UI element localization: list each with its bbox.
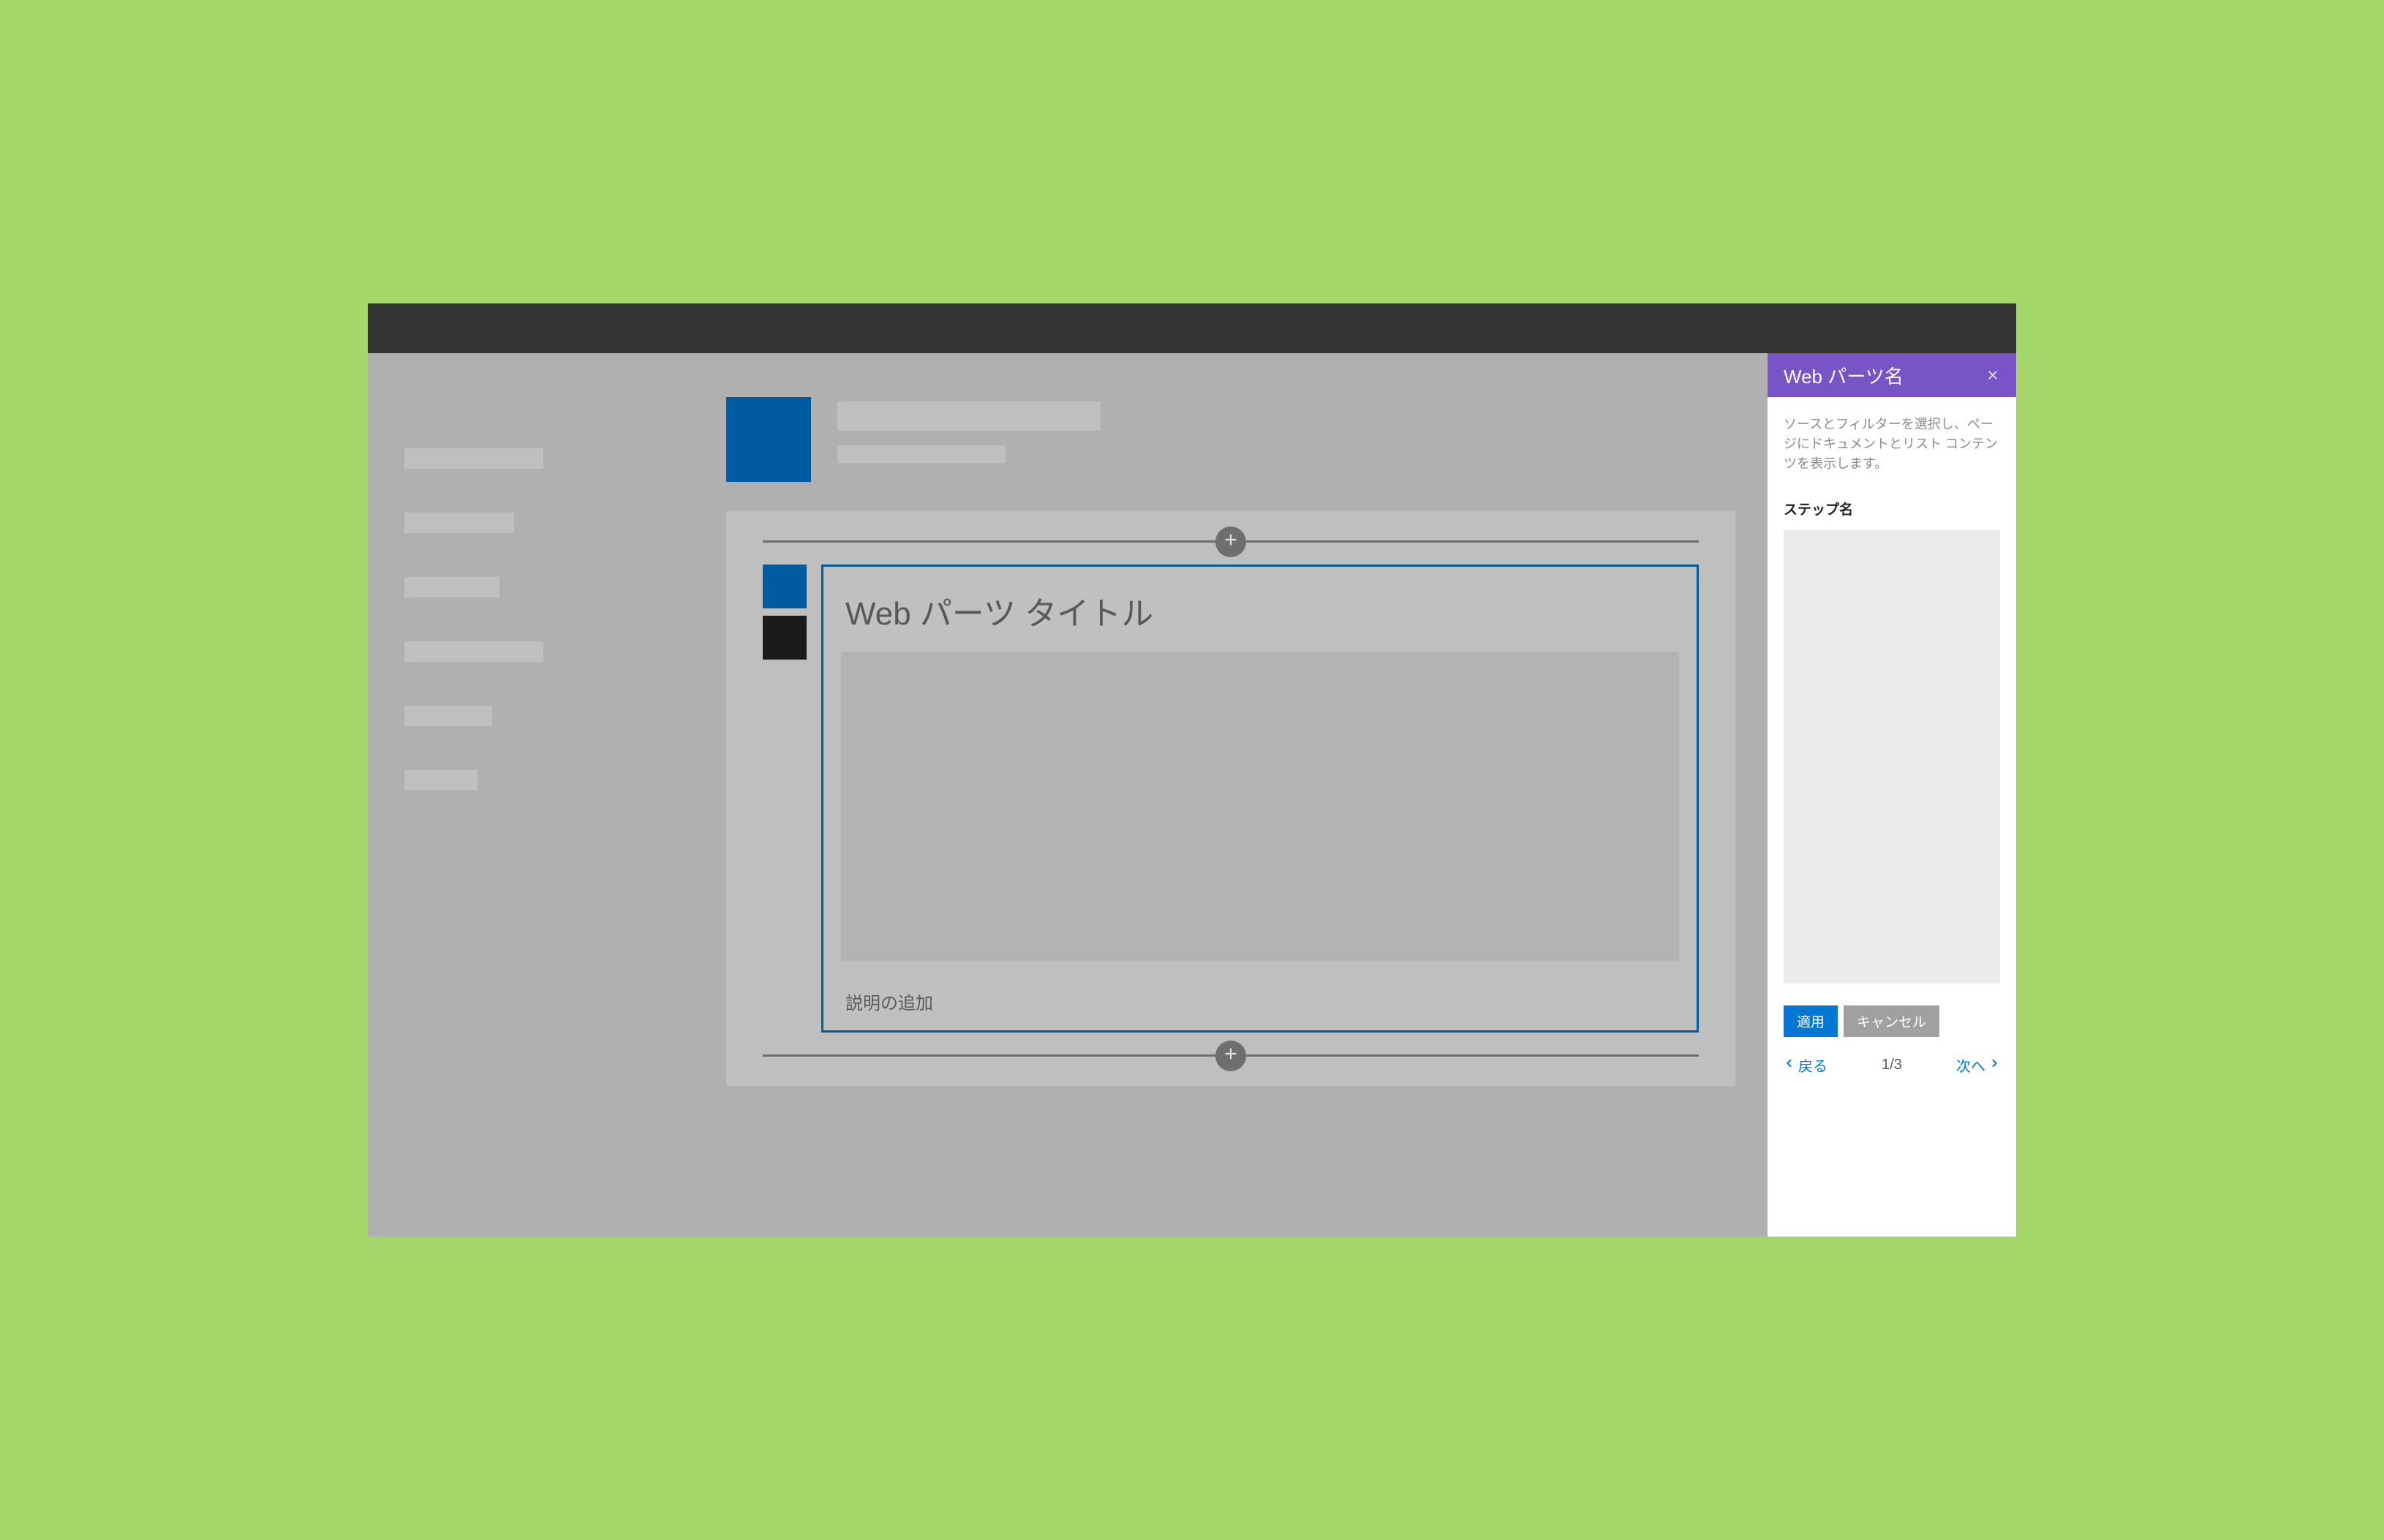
page-title-block (837, 397, 1101, 463)
panel-action-buttons: 適用 キャンセル (1768, 984, 2016, 1037)
webpart-body-placeholder (841, 652, 1679, 961)
page-header (704, 353, 1768, 482)
site-logo[interactable] (726, 397, 811, 482)
add-section-button[interactable] (1215, 526, 1246, 557)
webpart-tool-delete[interactable] (763, 616, 807, 660)
panel-step-label: ステップ名 (1768, 481, 2016, 526)
nav-item[interactable] (404, 448, 543, 469)
panel-step-body[interactable] (1784, 530, 2000, 984)
nav-item[interactable] (404, 706, 492, 726)
page-title-placeholder (837, 401, 1101, 431)
back-button[interactable]: 戻る (1784, 1054, 1827, 1076)
add-section-button[interactable] (1215, 1041, 1246, 1071)
panel-description: ソースとフィルターを選択し、ページにドキュメントとリスト コンテンツを表示します… (1768, 397, 2016, 481)
webpart-title[interactable]: Web パーツ タイトル (823, 567, 1697, 652)
section-divider-top (763, 540, 1699, 543)
webpart-caption[interactable]: 説明の追加 (823, 978, 1697, 1030)
panel-title: Web パーツ名 (1784, 362, 1904, 389)
nav-item[interactable] (404, 641, 543, 662)
apply-button[interactable]: 適用 (1784, 1005, 1838, 1037)
app-window: Web パーツ タイトル 説明の追加 Web パーツ名 (368, 303, 2016, 1237)
plus-icon (1223, 1046, 1239, 1065)
panel-header: Web パーツ名 (1768, 353, 2016, 397)
nav-item[interactable] (404, 577, 499, 597)
nav-item[interactable] (404, 513, 514, 533)
webpart-tool-edit[interactable] (763, 565, 807, 608)
next-button[interactable]: 次へ (1956, 1054, 2000, 1076)
page-canvas: Web パーツ タイトル 説明の追加 (726, 511, 1735, 1086)
webpart-selected[interactable]: Web パーツ タイトル 説明の追加 (821, 565, 1699, 1033)
close-icon (1986, 364, 1999, 387)
page-subtitle-placeholder (837, 445, 1006, 463)
section-divider-bottom (763, 1054, 1699, 1057)
webpart-container: Web パーツ タイトル 説明の追加 (763, 565, 1699, 1033)
next-label: 次へ (1956, 1054, 1985, 1076)
chevron-left-icon (1784, 1057, 1795, 1073)
cancel-button[interactable]: キャンセル (1844, 1005, 1939, 1037)
body-area: Web パーツ タイトル 説明の追加 Web パーツ名 (368, 353, 2016, 1237)
back-label: 戻る (1798, 1054, 1827, 1076)
chevron-right-icon (1988, 1057, 2000, 1073)
left-nav (368, 353, 682, 1237)
webpart-toolbar (763, 565, 807, 1033)
main-content: Web パーツ タイトル 説明の追加 (682, 353, 1768, 1237)
nav-item[interactable] (404, 770, 478, 790)
page-indicator: 1/3 (1882, 1057, 1902, 1073)
panel-step-nav: 戻る 1/3 次へ (1768, 1037, 2016, 1076)
properties-panel: Web パーツ名 ソースとフィルターを選択し、ページにドキュメントとリスト コン… (1768, 353, 2016, 1237)
plus-icon (1223, 532, 1239, 551)
titlebar (368, 303, 2016, 353)
close-panel-button[interactable] (1983, 365, 2003, 385)
